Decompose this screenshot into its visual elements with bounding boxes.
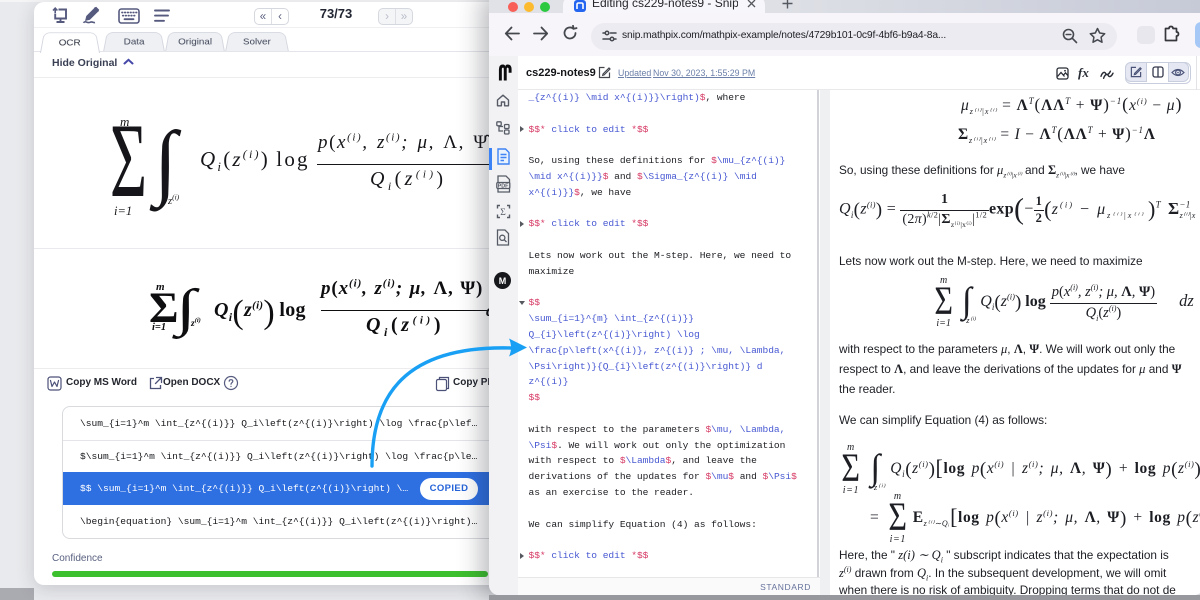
- svg-text:Σ: Σ: [500, 208, 506, 218]
- svg-text:PDF: PDF: [498, 184, 509, 190]
